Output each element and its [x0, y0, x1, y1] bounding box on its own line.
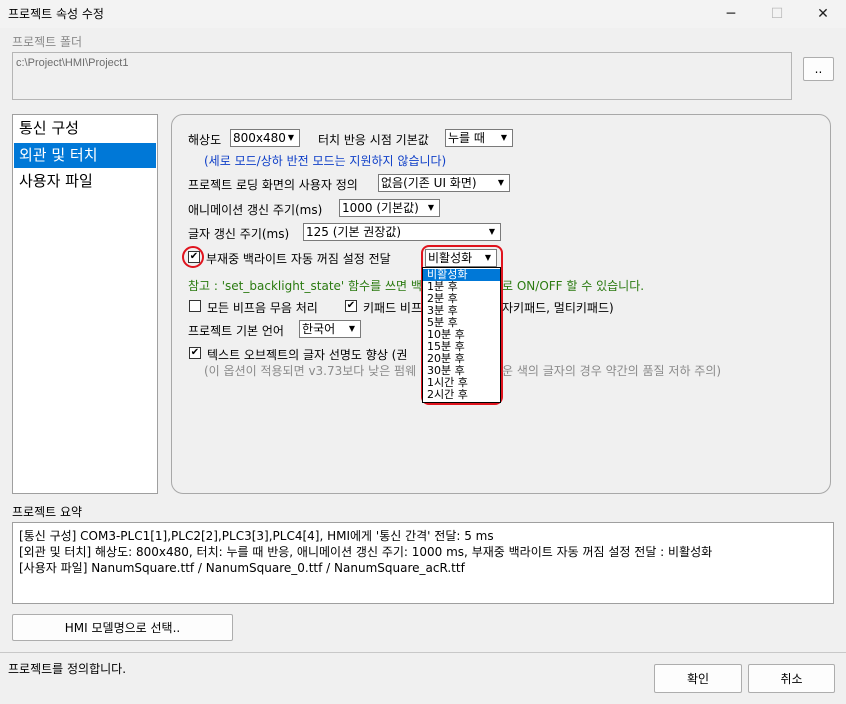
window-title: 프로젝트 속성 수정 [8, 7, 104, 21]
cancel-button[interactable]: 취소 [748, 664, 835, 693]
touch-select[interactable]: 누를 때 ▼ [445, 129, 513, 147]
language-label: 프로젝트 기본 언어 [188, 324, 284, 338]
resolution-label: 해상도 [188, 133, 222, 147]
keypad-label-right: 자키패드, 멀티키패드) [502, 301, 614, 315]
chevron-down-icon: ▼ [348, 324, 356, 333]
project-folder-field[interactable]: c:\Project\HMI\Project1 [12, 52, 792, 100]
touch-value: 누를 때 [448, 131, 485, 145]
nav-item-communication[interactable]: 통신 구성 [14, 116, 156, 141]
text-refresh-label: 글자 갱신 주기(ms) [188, 227, 290, 241]
antialias-checkbox[interactable]: ✔ [189, 347, 201, 359]
keypad-checkbox[interactable]: ✔ [345, 300, 357, 312]
language-select[interactable]: 한국어 ▼ [299, 320, 361, 338]
checkmark-icon: ✔ [190, 347, 200, 358]
dropdown-option[interactable]: 2시간 후 [423, 389, 500, 401]
animation-value: 1000 (기본값) [342, 201, 419, 215]
mute-checkbox[interactable] [189, 300, 201, 312]
nav-item-user-files[interactable]: 사용자 파일 [14, 169, 156, 194]
minimize-icon[interactable]: ─ [708, 0, 754, 28]
text-refresh-select[interactable]: 125 (기본 권장값) ▼ [303, 223, 501, 241]
backlight-checkbox[interactable]: ✔ [188, 251, 200, 263]
resolution-select[interactable]: 800x480 ▼ [230, 129, 300, 147]
hmi-model-select-button[interactable]: HMI 모델명으로 선택.. [12, 614, 233, 641]
summary-line: [통신 구성] COM3-PLC1[1],PLC2[2],PLC3[3],PLC… [19, 529, 494, 543]
title-bar: 프로젝트 속성 수정 ─ ☐ ✕ [0, 0, 846, 28]
project-folder-path: c:\Project\HMI\Project1 [16, 57, 129, 69]
text-refresh-value: 125 (기본 권장값) [306, 225, 402, 239]
backlight-dropdown-list: 비활성화 1분 후 2분 후 3분 후 5분 후 10분 후 15분 후 20분… [422, 267, 501, 403]
resolution-value: 800x480 [233, 131, 286, 145]
chevron-down-icon: ▼ [500, 133, 508, 142]
category-list: 통신 구성 외관 및 터치 사용자 파일 [12, 114, 158, 494]
summary-box[interactable]: [통신 구성] COM3-PLC1[1],PLC2[2],PLC3[3],PLC… [12, 522, 834, 604]
checkmark-icon: ✔ [346, 300, 356, 311]
touch-label: 터치 반응 시점 기본값 [318, 133, 429, 147]
checkmark-icon: ✔ [189, 251, 199, 262]
status-text: 프로젝트를 정의합니다. [8, 662, 127, 676]
browse-folder-button[interactable]: .. [803, 57, 834, 81]
close-icon[interactable]: ✕ [800, 0, 846, 28]
loading-label: 프로젝트 로딩 화면의 사용자 정의 [188, 178, 358, 192]
summary-label: 프로젝트 요약 [12, 505, 83, 519]
animation-label: 애니메이션 갱신 주기(ms) [188, 203, 323, 217]
summary-line: [사용자 파일] NanumSquare.ttf / NanumSquare_0… [19, 561, 465, 575]
antialias-note-left: (이 옵션이 적용되면 v3.73보다 낮은 펌웨 [204, 364, 417, 378]
backlight-note-left: 참고 : 'set_backlight_state' 함수를 쓰면 백 [188, 279, 422, 293]
backlight-label: 부재중 백라이트 자동 꺼짐 설정 전달 [206, 252, 391, 266]
chevron-down-icon: ▼ [488, 227, 496, 236]
language-value: 한국어 [302, 322, 336, 336]
mute-label: 모든 비프음 무음 처리 [207, 301, 318, 315]
maximize-icon[interactable]: ☐ [754, 0, 800, 28]
nav-item-appearance-touch[interactable]: 외관 및 터치 [14, 143, 156, 168]
antialias-label: 텍스트 오브젝트의 글자 선명도 향상 (권 [207, 348, 408, 362]
animation-select[interactable]: 1000 (기본값) ▼ [339, 199, 440, 217]
loading-value: 없음(기존 UI 화면) [381, 176, 477, 190]
project-folder-label: 프로젝트 폴더 [12, 35, 83, 49]
loading-select[interactable]: 없음(기존 UI 화면) ▼ [378, 174, 510, 192]
ok-button[interactable]: 확인 [654, 664, 742, 693]
chevron-down-icon: ▼ [427, 203, 435, 212]
backlight-note-right: 로 ON/OFF 할 수 있습니다. [502, 279, 645, 293]
chevron-down-icon: ▼ [287, 133, 295, 142]
keypad-label-left: 키패드 비프 [363, 301, 423, 315]
resolution-note: (세로 모드/상하 반전 모드는 지원하지 않습니다) [204, 154, 447, 168]
summary-line: [외관 및 터치] 해상도: 800x480, 터치: 누를 때 반응, 애니메… [19, 545, 713, 559]
antialias-note-right: 운 색의 글자의 경우 약간의 품질 저하 주의) [502, 364, 722, 378]
chevron-down-icon: ▼ [497, 178, 505, 187]
